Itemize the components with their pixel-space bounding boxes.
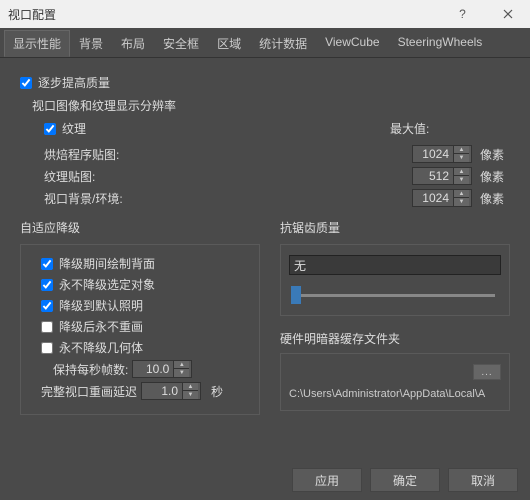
- spinner-down-icon[interactable]: ▼: [453, 198, 469, 206]
- tab-2[interactable]: 布局: [112, 30, 154, 57]
- titlebar: 视口配置 ?: [0, 0, 530, 28]
- fps-spinner[interactable]: ▲▼: [132, 360, 192, 378]
- spinner-up-icon[interactable]: ▲: [453, 168, 469, 176]
- cancel-button[interactable]: 取消: [448, 468, 518, 492]
- tab-bar: 显示性能背景布局安全框区域统计数据ViewCubeSteeringWheels: [0, 28, 530, 58]
- browse-button[interactable]: ...: [473, 364, 501, 380]
- adaptive-item-2[interactable]: 降级到默认照明: [41, 297, 251, 314]
- cache-group: ... C:\Users\Administrator\AppData\Local…: [280, 353, 510, 411]
- value-spinner-0[interactable]: ▲▼: [412, 145, 472, 163]
- redraw-unit: 秒: [211, 383, 223, 400]
- ok-button[interactable]: 确定: [370, 468, 440, 492]
- progressive-checkbox[interactable]: 逐步提高质量: [20, 74, 510, 91]
- adaptive-item-3[interactable]: 降级后永不重画: [41, 318, 251, 335]
- window-title: 视口配置: [8, 6, 56, 23]
- redraw-label: 完整视口重画延迟: [41, 383, 137, 400]
- aa-slider[interactable]: [289, 285, 501, 305]
- aa-dropdown[interactable]: 无: [289, 255, 501, 275]
- tab-5[interactable]: 统计数据: [250, 30, 316, 57]
- value-spinner-1[interactable]: ▲▼: [412, 167, 472, 185]
- row-label: 烘焙程序贴图:: [44, 146, 412, 163]
- redraw-spinner[interactable]: ▲▼: [141, 382, 201, 400]
- tab-4[interactable]: 区域: [208, 30, 250, 57]
- spinner-down-icon[interactable]: ▼: [182, 391, 198, 399]
- row-label: 视口背景/环境:: [44, 190, 412, 207]
- adaptive-item-1[interactable]: 永不降级选定对象: [41, 276, 251, 293]
- spinner-up-icon[interactable]: ▲: [453, 146, 469, 154]
- adaptive-group: 降级期间绘制背面永不降级选定对象降级到默认照明降级后永不重画永不降级几何体 保持…: [20, 244, 260, 415]
- adaptive-item-4[interactable]: 永不降级几何体: [41, 339, 251, 356]
- value-spinner-2[interactable]: ▲▼: [412, 189, 472, 207]
- tab-7[interactable]: SteeringWheels: [389, 30, 492, 57]
- spinner-up-icon[interactable]: ▲: [182, 383, 198, 391]
- adaptive-title: 自适应降级: [20, 219, 260, 236]
- help-button[interactable]: ?: [440, 0, 485, 28]
- close-icon: [503, 9, 513, 19]
- spinner-up-icon[interactable]: ▲: [453, 190, 469, 198]
- spinner-down-icon[interactable]: ▼: [173, 369, 189, 377]
- resolution-label: 视口图像和纹理显示分辨率: [32, 97, 510, 114]
- cache-path: C:\Users\Administrator\AppData\Local\A: [289, 388, 501, 400]
- texture-checkbox[interactable]: 纹理: [44, 120, 86, 137]
- cache-title: 硬件明暗器缓存文件夹: [280, 330, 510, 347]
- unit-label: 像素: [480, 168, 510, 185]
- spinner-down-icon[interactable]: ▼: [453, 176, 469, 184]
- fps-label: 保持每秒帧数:: [53, 361, 128, 378]
- tab-3[interactable]: 安全框: [154, 30, 208, 57]
- close-button[interactable]: [485, 0, 530, 28]
- tab-0[interactable]: 显示性能: [4, 30, 70, 57]
- row-label: 纹理贴图:: [44, 168, 412, 185]
- tab-1[interactable]: 背景: [70, 30, 112, 57]
- spinner-down-icon[interactable]: ▼: [453, 154, 469, 162]
- adaptive-item-0[interactable]: 降级期间绘制背面: [41, 255, 251, 272]
- unit-label: 像素: [480, 190, 510, 207]
- aa-title: 抗锯齿质量: [280, 219, 510, 236]
- apply-button[interactable]: 应用: [292, 468, 362, 492]
- max-value-label: 最大值:: [390, 120, 510, 141]
- aa-group: 无: [280, 244, 510, 316]
- unit-label: 像素: [480, 146, 510, 163]
- tab-6[interactable]: ViewCube: [316, 30, 388, 57]
- spinner-up-icon[interactable]: ▲: [173, 361, 189, 369]
